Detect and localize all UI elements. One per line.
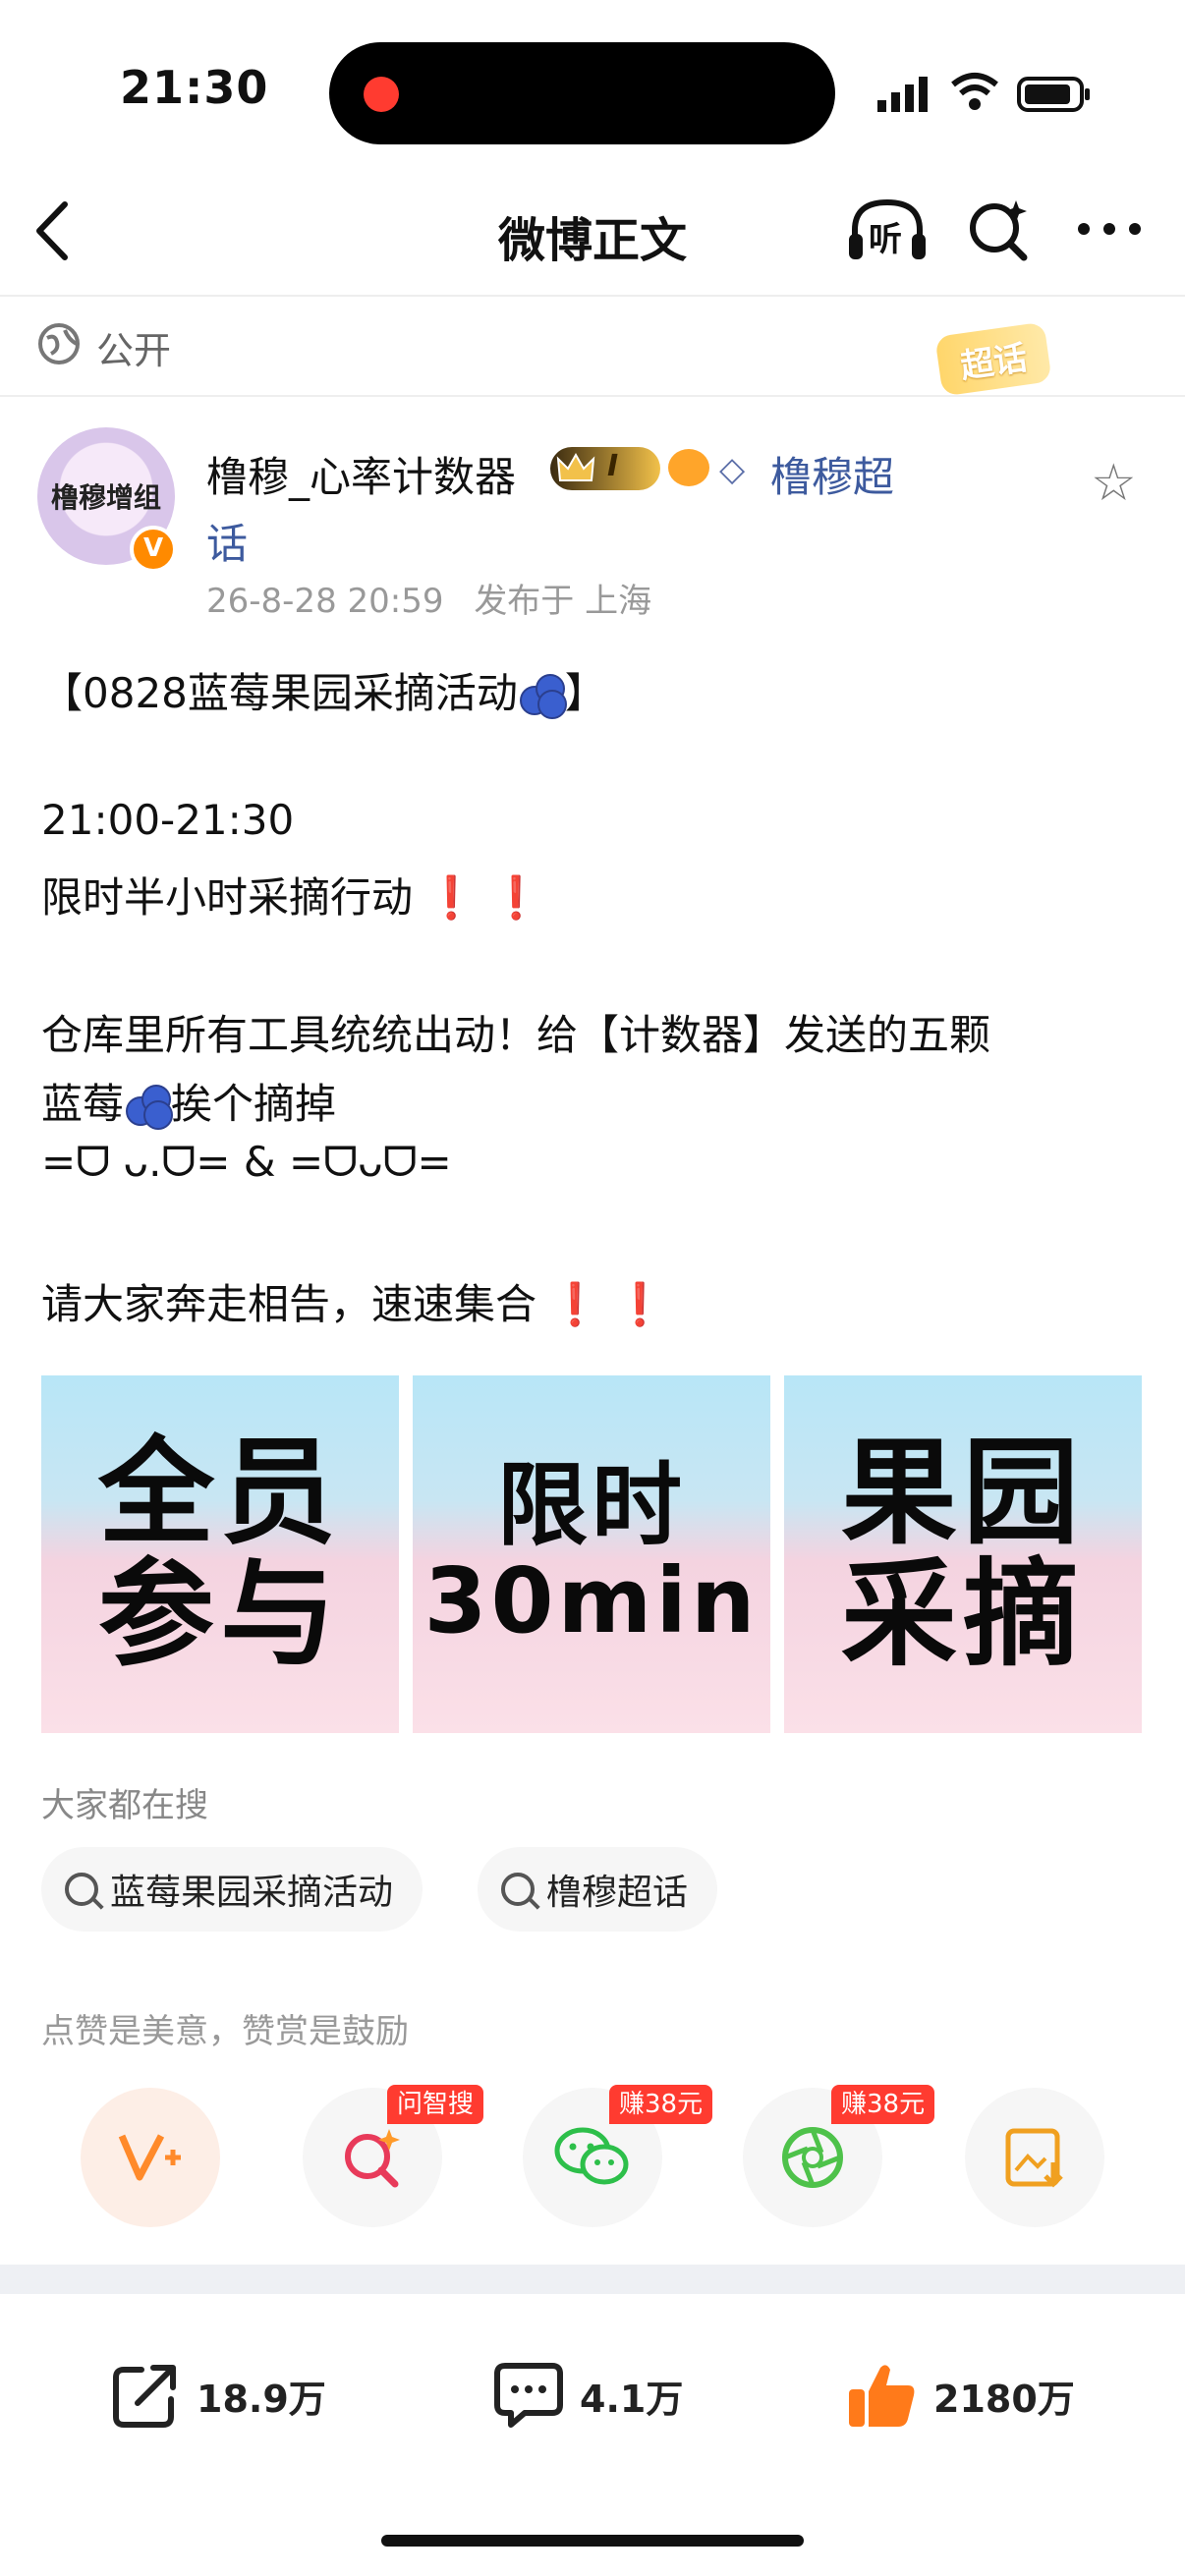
visibility-divider (0, 395, 1185, 397)
post-line-2: 限时半小时采摘行动 ❗ ❗ (41, 865, 541, 924)
repost-button[interactable]: 18.9万 (108, 2358, 326, 2433)
image-text: 30min (423, 1548, 760, 1653)
visibility-label: 公开 (96, 329, 172, 372)
listen-label: 听 (869, 220, 902, 259)
like-button[interactable]: 2180万 (845, 2358, 1075, 2433)
post-line-2-text: 限时半小时采摘行动 (41, 873, 414, 922)
image-text: 果园 (840, 1425, 1085, 1561)
supertopic-link-wrap[interactable]: 话 (206, 511, 248, 571)
supertopic-link[interactable]: 橹穆超 (770, 444, 894, 504)
avatar-text: 橹穆增组 (50, 481, 161, 514)
cellular-signal-icon (877, 75, 932, 118)
post-line-4a: 蓝莓 (41, 1080, 125, 1128)
search-chip[interactable]: 蓝莓果园采摘活动 (41, 1847, 423, 1932)
search-chip-label: 橹穆超话 (546, 1873, 689, 1913)
repost-icon (108, 2358, 183, 2433)
section-separator (0, 2265, 1185, 2294)
status-time: 21:30 (120, 61, 269, 114)
search-icon (65, 1873, 98, 1906)
image-text: 采摘 (840, 1546, 1085, 1682)
dynamic-island (329, 42, 835, 144)
ai-search-tag: 问智搜 (387, 2085, 484, 2124)
more-button[interactable] (1076, 214, 1145, 248)
fan-badge-icon[interactable] (668, 449, 709, 486)
more-dots-icon (1078, 223, 1141, 235)
post-image-3[interactable]: 果园 采摘 (784, 1375, 1142, 1733)
listen-button[interactable]: 听 (845, 195, 930, 265)
post-line-6-text: 请大家奔走相告，速速集合 (41, 1280, 537, 1328)
post-line-4b: 挨个摘掉 (171, 1080, 337, 1128)
globe-icon (37, 322, 81, 369)
search-button[interactable] (965, 195, 1034, 267)
search-icon (501, 1873, 535, 1906)
search-sparkle-icon (970, 200, 1028, 261)
crown-icon (556, 452, 595, 481)
blueberry-icon (124, 1083, 174, 1130)
post-title: 【0828蓝莓果园采摘活动】 (41, 660, 606, 720)
comment-count: 4.1万 (580, 2377, 684, 2421)
post-location: 发布于 上海 (474, 582, 652, 621)
battery-icon (1017, 77, 1092, 116)
wechat-icon (554, 2127, 629, 2185)
post-line-4: 蓝莓 挨个摘掉 (41, 1071, 336, 1131)
home-indicator[interactable] (381, 2535, 804, 2547)
image-text: 全员 (97, 1425, 342, 1561)
post-datetime: 26-8-28 20:59 (206, 582, 444, 621)
post-meta: 26-8-28 20:59 发布于 上海 (206, 574, 651, 622)
exclamation-icon: ❗ (490, 873, 542, 922)
favorite-star-icon[interactable]: ☆ (1091, 454, 1137, 513)
moments-reward-tag: 赚38元 (831, 2085, 935, 2124)
thumbs-up-icon (845, 2358, 920, 2433)
search-suggest-label: 大家都在搜 (41, 1786, 208, 1825)
blueberry-icon (518, 672, 567, 719)
praise-label: 点赞是美意，赞赏是鼓励 (41, 2012, 409, 2051)
level-badge[interactable]: I (550, 447, 660, 490)
wechat-reward-tag: 赚38元 (609, 2085, 713, 2124)
diamond-icon: ◇ (719, 450, 746, 489)
image-text: 参与 (97, 1546, 342, 1682)
exclamation-icon: ❗ (425, 873, 478, 922)
save-image-icon (1005, 2128, 1063, 2188)
exclamation-icon: ❗ (614, 1280, 666, 1328)
bottom-action-bar (0, 2294, 1185, 2576)
search-chip-label: 蓝莓果园采摘活动 (110, 1873, 394, 1913)
user-name[interactable]: 橹穆_心率计数器 (206, 444, 516, 504)
image-text: 限时 (496, 1453, 686, 1559)
reward-v-icon (118, 2134, 181, 2181)
wifi-icon (949, 71, 1000, 118)
post-time-range: 21:00-21:30 (41, 796, 295, 844)
comment-icon (491, 2358, 566, 2433)
verified-badge: V (130, 526, 177, 573)
save-image-button[interactable] (965, 2088, 1104, 2227)
recording-indicator (364, 77, 399, 112)
post-title-close: 】 (564, 669, 606, 717)
post-image-1[interactable]: 全员 参与 (41, 1375, 399, 1733)
comment-button[interactable]: 4.1万 (491, 2358, 683, 2433)
level-number: I (607, 449, 619, 483)
search-chip[interactable]: 橹穆超话 (478, 1847, 718, 1932)
post-line-6: 请大家奔走相告，速速集合 ❗ ❗ (41, 1271, 665, 1331)
reward-button[interactable] (81, 2088, 220, 2227)
moments-aperture-icon (782, 2127, 843, 2188)
post-line-3: 仓库里所有工具统统出动！给【计数器】发送的五颗 (41, 1011, 991, 1059)
post-image-2[interactable]: 限时 30min (413, 1375, 770, 1733)
repost-count: 18.9万 (197, 2377, 326, 2421)
post-title-text: 【0828蓝莓果园采摘活动 (41, 669, 518, 717)
exclamation-icon: ❗ (549, 1280, 601, 1328)
post-line-5: =ᗜ ᴗ.ᗜ= & =ᗜᴗᗜ= (41, 1138, 452, 1186)
like-count: 2180万 (933, 2377, 1075, 2421)
ai-search-icon (345, 2129, 400, 2188)
